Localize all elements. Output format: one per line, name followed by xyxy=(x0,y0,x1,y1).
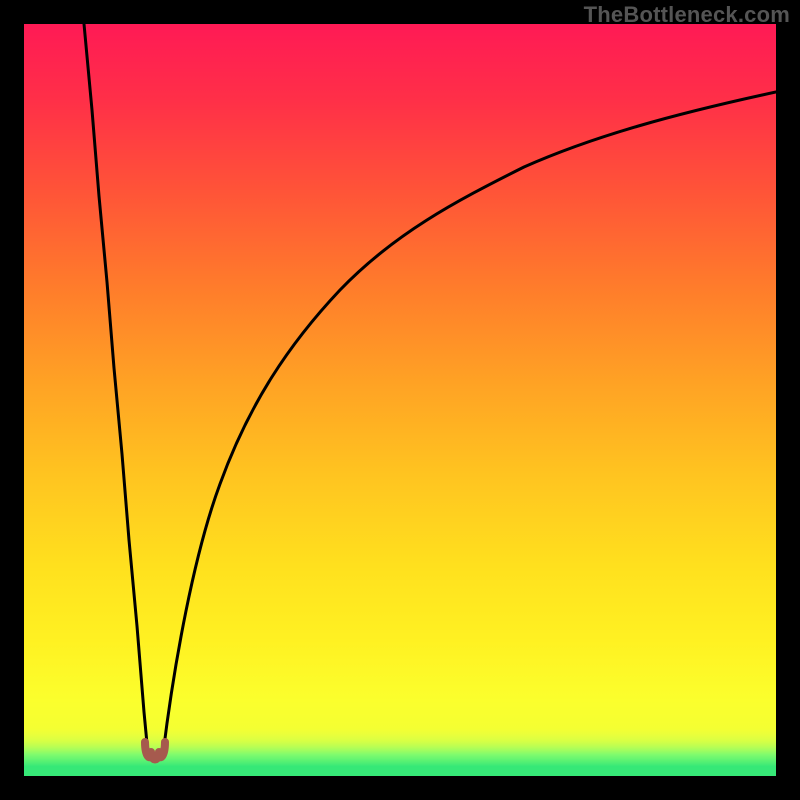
outer-frame: TheBottleneck.com xyxy=(0,0,800,800)
green-band xyxy=(24,728,776,776)
plot-svg xyxy=(24,24,776,776)
watermark-text: TheBottleneck.com xyxy=(584,2,790,28)
plot-area xyxy=(24,24,776,776)
gradient-background xyxy=(24,24,776,776)
